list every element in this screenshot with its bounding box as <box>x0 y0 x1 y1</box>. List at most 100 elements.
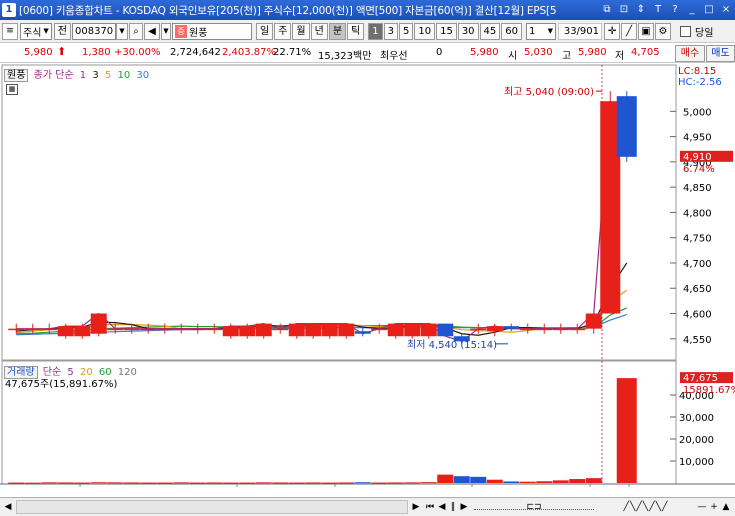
volume-bar <box>437 474 454 483</box>
volume-bar <box>420 482 437 484</box>
price-tick-label: 5,000 <box>683 107 712 118</box>
pause-button[interactable]: ‖ <box>448 500 458 514</box>
hc-label: HC:-2.56 <box>678 77 722 88</box>
link-icon[interactable]: ⊡ <box>617 3 631 17</box>
volume-bar <box>585 478 602 483</box>
minute-1-button[interactable]: 1 <box>368 22 383 40</box>
stock-code-input[interactable]: 008370 <box>72 22 116 40</box>
chart-menu-icon[interactable]: ≡ <box>2 22 18 40</box>
buy-button[interactable]: 매수 <box>675 45 705 62</box>
ma-3-label: 3 <box>92 70 99 81</box>
candle-body <box>189 328 206 331</box>
minute-10-button[interactable]: 10 <box>414 22 436 40</box>
chart-area[interactable]: 4,550 4,600 4,650 4,700 4,750 4,800 4,850 4,900… <box>0 63 735 487</box>
ma-10-label: 10 <box>117 70 131 81</box>
first-page-button[interactable]: ⏮ <box>424 500 436 514</box>
next-page-button[interactable]: ▶ <box>458 500 470 514</box>
price-volume-chart[interactable]: 4,5504,6004,6504,7004,7504,8004,8504,900… <box>0 63 735 487</box>
market-select[interactable]: 주식 ▼ <box>20 22 52 40</box>
period-day-button[interactable]: 일 <box>256 22 274 40</box>
zigzag-tools-icon[interactable]: ╱╲╱╲╱╲╱ <box>598 500 694 514</box>
price-legend-tag[interactable]: 원풍 <box>4 69 29 82</box>
candle-body <box>90 313 107 334</box>
chart-scroll-bar: ◀ ▶ ⏮ ◀ ‖ ▶ ⊏⊐ ╱╲╱╲╱╲╱ — + ▲ <box>0 497 735 516</box>
pin-icon[interactable]: ⇕ <box>634 3 648 17</box>
search-button[interactable]: ⌕ <box>129 22 143 40</box>
price-tick-label: 4,600 <box>683 310 712 321</box>
volume-bar <box>387 482 404 484</box>
minute-3-button[interactable]: 3 <box>383 22 398 40</box>
candle-body <box>470 328 487 331</box>
code-dropdown-button[interactable]: ▼ <box>116 22 128 40</box>
volume-bar <box>140 482 157 484</box>
high-annotation: 최고 5,040 (09:00) <box>504 86 594 98</box>
zoom-slider[interactable]: ⊏⊐ <box>474 500 594 512</box>
candle-body <box>222 326 239 337</box>
price-legend-title: 종가 단순 <box>33 70 74 81</box>
candle-body <box>8 328 25 331</box>
gear-icon[interactable]: ⚙ <box>655 22 672 40</box>
scroll-left-button[interactable]: ◀ <box>2 500 14 514</box>
period-week-button[interactable]: 주 <box>274 22 292 40</box>
save-icon[interactable]: ▣ <box>638 22 655 40</box>
price-change-rate: +30.00% <box>114 47 161 58</box>
minute-15-button[interactable]: 15 <box>436 22 457 40</box>
today-checkbox[interactable] <box>680 25 692 37</box>
volume-bar <box>338 482 355 484</box>
text-tool-icon[interactable]: T <box>651 3 665 17</box>
candle-body <box>272 328 289 331</box>
chart-settings-icon[interactable]: ▦ <box>6 84 18 95</box>
price-legend: 원풍 종가 단순 1 3 5 10 30 <box>4 66 150 82</box>
candle-body <box>354 331 371 334</box>
help-icon[interactable]: ? <box>668 3 682 17</box>
period-month-button[interactable]: 월 <box>292 22 310 40</box>
candle-body <box>173 328 190 331</box>
zoom-out-button[interactable]: — <box>696 500 708 514</box>
price-tick-label: 4,750 <box>683 234 712 245</box>
candle-body <box>536 328 553 331</box>
zoom-in-button[interactable]: + <box>708 500 720 514</box>
maximize-icon[interactable]: □ <box>702 3 716 17</box>
minute-60-button[interactable]: 60 <box>501 22 523 40</box>
period-minute-button[interactable]: 분 <box>328 22 347 40</box>
app-icon: 1 <box>2 3 16 17</box>
volume-bar <box>536 481 553 483</box>
candle-body <box>156 328 173 331</box>
candle-body <box>371 328 388 331</box>
minute-30-button[interactable]: 30 <box>457 22 479 40</box>
lc-label: LC:8.15 <box>678 66 717 77</box>
sell-button[interactable]: 매도 <box>706 45 735 62</box>
volume-bar <box>569 479 586 483</box>
sound-dropdown-button[interactable]: ▼ <box>161 22 171 40</box>
restore-icon[interactable]: ⧉ <box>600 3 614 17</box>
volume-summary: 47,675주(15,891.67%) <box>5 379 118 390</box>
candle-body <box>437 323 454 337</box>
jeon-button[interactable]: 전 <box>53 22 71 40</box>
volume-bar <box>41 482 58 484</box>
ma-1-label: 1 <box>79 70 87 81</box>
ma-30-label: 30 <box>136 70 150 81</box>
stock-name-field[interactable]: 증 원풍 <box>172 22 252 40</box>
sound-button[interactable]: ◀ <box>144 22 160 40</box>
scroll-right-button[interactable]: ▶ <box>410 500 422 514</box>
price-tick-label: 4,950 <box>683 133 712 144</box>
close-icon[interactable]: × <box>719 3 733 17</box>
minute-45-button[interactable]: 45 <box>479 22 501 40</box>
period-tick-button[interactable]: 틱 <box>347 22 365 40</box>
scroll-end-button[interactable]: ▲ <box>720 500 732 514</box>
candle-body <box>585 313 602 329</box>
interval-select[interactable]: 1 ▼ <box>526 22 557 40</box>
prev-page-button[interactable]: ◀ <box>436 500 448 514</box>
minimize-icon[interactable]: _ <box>685 3 699 17</box>
minute-5-button[interactable]: 5 <box>398 22 414 40</box>
crosshair-tool-button[interactable]: ✛ <box>604 22 621 40</box>
low-annotation: 최저 4,540 (15:14) <box>407 339 497 351</box>
volume-bar <box>272 482 289 484</box>
current-rate-label: 6.74% <box>683 164 715 175</box>
period-year-button[interactable]: 년 <box>310 22 328 40</box>
draw-tool-button[interactable]: ╱ <box>621 22 638 40</box>
trade-amount: 15,323백만 <box>318 51 372 62</box>
priority-label: 최우선 <box>380 51 408 62</box>
high-label: 고 <box>562 51 572 62</box>
scroll-track[interactable] <box>16 500 408 514</box>
